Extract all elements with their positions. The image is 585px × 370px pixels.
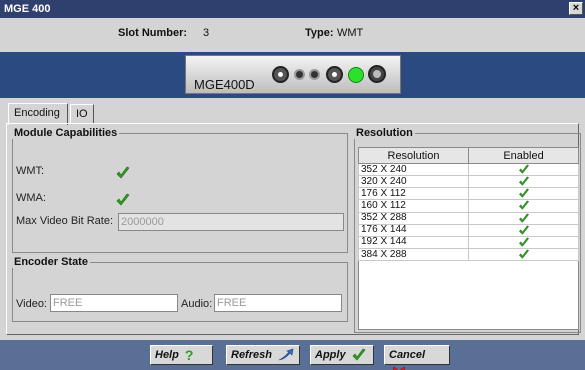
cancel-x-icon <box>392 366 406 370</box>
help-icon: ? <box>184 347 194 364</box>
video-label: Video: <box>16 298 47 310</box>
module-capabilities-title: Module Capabilities <box>12 127 120 139</box>
cancel-button-label: Cancel <box>389 349 426 361</box>
wma-check-icon <box>116 193 130 206</box>
close-button[interactable]: × <box>569 2 583 15</box>
small-connector-icon <box>294 69 305 80</box>
slot-number-value: 3 <box>203 27 210 39</box>
cancel-button[interactable]: Cancel <box>384 345 450 370</box>
wmt-check-icon <box>116 166 130 179</box>
footer-bar: Help ? Refresh Apply Cancel <box>0 340 585 370</box>
resolution-cell: 176 X 144 <box>358 223 469 237</box>
resolution-table: Resolution Enabled 352 X 240 320 X 240 176… <box>358 147 579 262</box>
status-led-icon <box>348 67 364 83</box>
table-row[interactable]: 176 X 144 <box>358 223 579 237</box>
table-row[interactable]: 384 X 288 <box>358 247 579 262</box>
resolution-cell: 320 X 240 <box>358 175 469 189</box>
wma-label: WMA: <box>16 192 46 204</box>
resolution-title: Resolution <box>354 127 415 139</box>
bnc-connector-icon <box>272 66 289 83</box>
table-row[interactable]: 176 X 112 <box>358 187 579 201</box>
enabled-check-icon[interactable] <box>468 175 579 189</box>
apply-button-label: Apply <box>315 349 346 361</box>
table-row[interactable]: 352 X 240 <box>358 162 579 177</box>
small-connector-icon <box>309 69 320 80</box>
refresh-icon <box>278 348 294 361</box>
type-label: Type: <box>305 27 334 39</box>
table-row[interactable]: 352 X 288 <box>358 211 579 225</box>
enabled-check-icon[interactable] <box>468 199 579 213</box>
audio-label: Audio: <box>181 298 213 310</box>
max-bitrate-label: Max Video Bit Rate: <box>16 215 114 227</box>
enabled-check-icon[interactable] <box>468 162 579 177</box>
resolution-cell: 352 X 288 <box>358 211 469 225</box>
enabled-check-icon[interactable] <box>468 211 579 225</box>
enabled-check-icon[interactable] <box>468 223 579 237</box>
refresh-button[interactable]: Refresh <box>226 345 300 365</box>
module-image: MGE400D <box>185 55 401 94</box>
resolution-cell: 352 X 240 <box>358 162 469 177</box>
resolution-column-header[interactable]: Resolution <box>358 147 469 164</box>
module-banner: MGE400D <box>0 52 585 98</box>
window-title-bar: MGE 400 × <box>0 0 585 18</box>
wmt-label: WMT: <box>16 165 45 177</box>
module-name: MGE400D <box>194 77 255 92</box>
svideo-connector-icon <box>368 65 386 83</box>
info-bar: Slot Number: 3 Type: WMT <box>0 18 585 52</box>
window-title: MGE 400 <box>4 3 51 15</box>
resolution-cell: 160 X 112 <box>358 199 469 213</box>
slot-number-label: Slot Number: <box>118 27 188 39</box>
encoder-state-group: Encoder State <box>12 256 348 322</box>
max-bitrate-field[interactable]: 2000000 <box>118 213 344 231</box>
resolution-cell: 384 X 288 <box>358 247 469 262</box>
audio-state-field[interactable]: FREE <box>214 294 342 312</box>
encoder-state-title: Encoder State <box>12 256 90 268</box>
video-state-field[interactable]: FREE <box>50 294 178 312</box>
module-capabilities-group: Module Capabilities <box>12 127 348 253</box>
type-value: WMT <box>337 27 364 39</box>
help-button-label: Help <box>155 349 179 361</box>
enabled-check-icon[interactable] <box>468 235 579 249</box>
tab-encoding[interactable]: Encoding <box>8 103 68 125</box>
table-row[interactable]: 320 X 240 <box>358 175 579 189</box>
help-button[interactable]: Help ? <box>150 345 213 365</box>
enabled-check-icon[interactable] <box>468 187 579 201</box>
apply-button[interactable]: Apply <box>310 345 374 365</box>
table-row[interactable]: 192 X 144 <box>358 235 579 249</box>
apply-check-icon <box>352 348 366 361</box>
tab-io[interactable]: IO <box>70 104 94 124</box>
resolution-cell: 176 X 112 <box>358 187 469 201</box>
bnc-connector-icon <box>326 66 343 83</box>
enabled-column-header[interactable]: Enabled <box>468 147 579 164</box>
enabled-check-icon[interactable] <box>468 247 579 262</box>
table-row[interactable]: 160 X 112 <box>358 199 579 213</box>
resolution-cell: 192 X 144 <box>358 235 469 249</box>
refresh-button-label: Refresh <box>231 349 272 361</box>
